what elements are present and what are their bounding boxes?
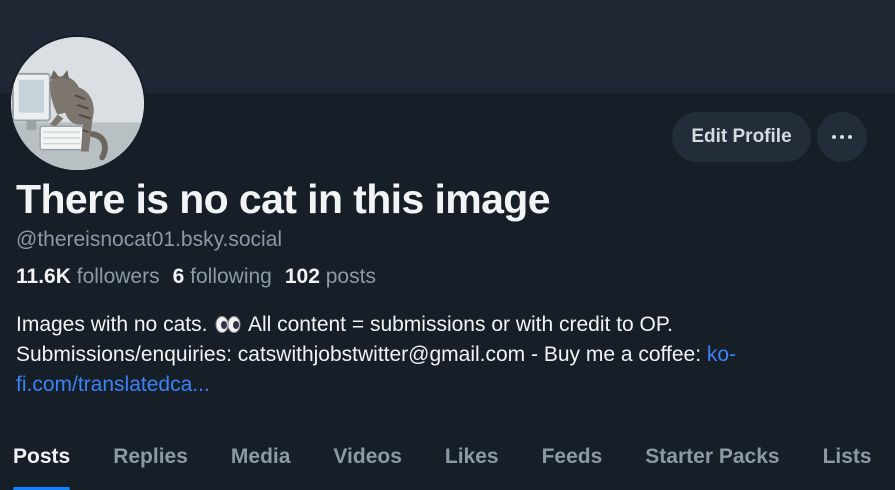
profile-display-name: There is no cat in this image: [16, 176, 551, 222]
followers-label: followers: [76, 265, 160, 288]
bio-text-start: Images with no cats.: [16, 313, 208, 336]
profile-tabs: Posts Replies Media Videos Likes Feeds S…: [0, 430, 895, 490]
ellipsis-icon: [832, 135, 852, 139]
followers-stat[interactable]: 11.6K followers: [16, 265, 160, 289]
kofi-link-part-1[interactable]: ko-: [707, 343, 736, 366]
following-stat[interactable]: 6 following: [173, 265, 272, 289]
tab-posts[interactable]: Posts: [13, 430, 71, 490]
tab-videos[interactable]: Videos: [333, 430, 401, 490]
bio-line-2: Submissions/enquiries: catswithjobstwitt…: [16, 340, 876, 370]
bio-line-1: Images with no cats. All content = submi…: [16, 310, 876, 340]
bio-text-end: All content = submissions or with credit…: [247, 313, 674, 336]
tab-lists[interactable]: Lists: [823, 430, 872, 490]
profile-handle[interactable]: @thereisnocat01.bsky.social: [16, 228, 282, 252]
cat-at-computer-avatar-icon: [11, 37, 144, 170]
profile-stats: 11.6K followers 6 following 102 posts: [16, 265, 376, 289]
eyes-emoji-icon: [215, 316, 241, 333]
following-label: following: [190, 265, 272, 288]
bio-line-3: fi.com/translatedca...: [16, 370, 876, 400]
tab-feeds[interactable]: Feeds: [542, 430, 603, 490]
posts-stat: 102 posts: [285, 265, 376, 289]
tab-starter-packs[interactable]: Starter Packs: [645, 430, 779, 490]
posts-count: 102: [284, 265, 320, 288]
tab-media[interactable]: Media: [231, 430, 291, 490]
followers-count: 11.6K: [16, 265, 71, 288]
edit-profile-button[interactable]: Edit Profile: [672, 112, 811, 162]
profile-page: Edit Profile There is no cat in this ima…: [0, 0, 895, 490]
tab-replies[interactable]: Replies: [113, 430, 188, 490]
bio-contact-text: Submissions/enquiries: catswithjobstwitt…: [16, 343, 707, 366]
posts-label: posts: [325, 265, 376, 288]
following-count: 6: [172, 265, 185, 288]
kofi-link-part-2[interactable]: fi.com/translatedca...: [16, 373, 210, 396]
profile-avatar[interactable]: [9, 35, 146, 172]
profile-actions: Edit Profile: [672, 112, 867, 162]
tab-likes[interactable]: Likes: [445, 430, 499, 490]
profile-bio: Images with no cats. All content = submi…: [16, 310, 876, 400]
more-options-button[interactable]: [817, 112, 867, 162]
